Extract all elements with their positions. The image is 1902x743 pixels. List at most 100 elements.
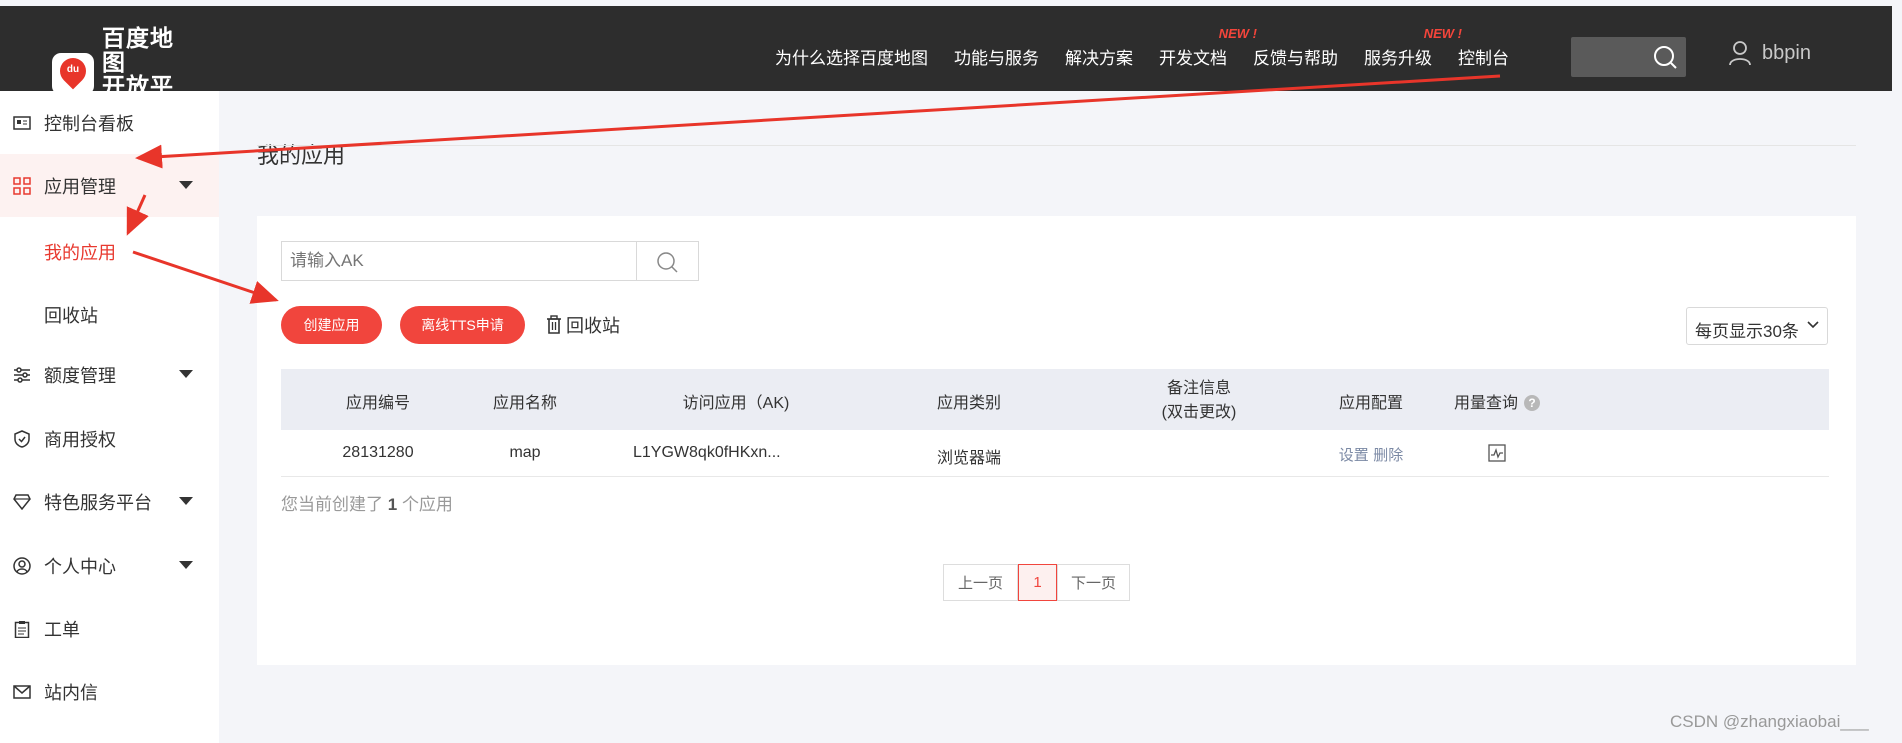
top-nav-bar: du 百度地图 开放平台 为什么选择百度地图 功能与服务 解决方案 开发文档NE… bbox=[0, 6, 1892, 122]
apps-panel: 创建应用 离线TTS申请 回收站 每页显示30条 应用编号 应用名称 访问应用（… bbox=[257, 216, 1856, 665]
cell-category: 浏览器端 bbox=[936, 450, 1001, 467]
mail-icon bbox=[12, 682, 32, 702]
chevron-down-icon bbox=[179, 181, 193, 189]
nav-label: 功能与服务 bbox=[954, 49, 1039, 68]
nav-label: 控制台 bbox=[1458, 49, 1509, 68]
sidebar: 控制台看板 应用管理 我的应用 回收站 额度管理 商用授权 特色服务平台 个人中… bbox=[0, 91, 219, 743]
col-notes-label: 备注信息 bbox=[1166, 380, 1231, 397]
nav-console[interactable]: 控制台 bbox=[1458, 44, 1509, 69]
delete-link[interactable]: 删除 bbox=[1373, 447, 1403, 464]
nav-label: 反馈与帮助 bbox=[1253, 49, 1338, 68]
sidebar-item-label: 额度管理 bbox=[44, 365, 116, 386]
col-notes: 备注信息 (双击更改) bbox=[1145, 377, 1253, 425]
sidebar-item-quota[interactable]: 额度管理 bbox=[0, 343, 219, 406]
sidebar-item-tickets[interactable]: 工单 bbox=[0, 597, 219, 660]
app-count-text: 您当前创建了 1 个应用 bbox=[281, 490, 453, 515]
new-badge: NEW ! bbox=[1423, 26, 1462, 41]
main-nav: 为什么选择百度地图 功能与服务 解决方案 开发文档 NEW ! 反馈与帮助 服务升… bbox=[775, 26, 1509, 69]
nav-why-baidu[interactable]: 为什么选择百度地图 bbox=[775, 44, 928, 69]
username: bbpin bbox=[1762, 41, 1811, 64]
help-icon[interactable]: ? bbox=[1524, 395, 1540, 411]
watermark: CSDN @zhangxiaobai___ bbox=[1670, 712, 1869, 731]
col-usage: 用量查询? bbox=[1428, 389, 1566, 413]
recycle-bin-link[interactable]: 回收站 bbox=[546, 312, 620, 338]
title-divider bbox=[257, 145, 1856, 146]
chevron-down-icon bbox=[179, 370, 193, 378]
col-app-id: 应用编号 bbox=[345, 395, 410, 412]
sidebar-item-label: 应用管理 bbox=[44, 176, 116, 197]
top-search-button[interactable] bbox=[1571, 37, 1686, 77]
page-title: 我的应用 bbox=[257, 143, 346, 168]
cell-app-id: 28131280 bbox=[342, 444, 414, 461]
nav-solutions[interactable]: 解决方案 bbox=[1065, 44, 1133, 69]
cell-app-name: map bbox=[509, 444, 541, 461]
ak-search-button[interactable] bbox=[637, 241, 699, 281]
shield-icon bbox=[12, 429, 32, 449]
offline-tts-button[interactable]: 离线TTS申请 bbox=[400, 306, 525, 344]
sidebar-item-inbox[interactable]: 站内信 bbox=[0, 660, 219, 723]
col-usage-label: 用量查询 bbox=[1453, 395, 1518, 412]
sidebar-item-label: 商用授权 bbox=[44, 429, 116, 450]
sidebar-item-dashboard[interactable]: 控制台看板 bbox=[0, 91, 219, 154]
sidebar-item-app-management[interactable]: 应用管理 bbox=[0, 154, 219, 217]
sidebar-item-my-apps[interactable]: 我的应用 bbox=[44, 239, 116, 265]
user-circle-icon bbox=[12, 556, 32, 576]
ak-search-input[interactable] bbox=[281, 241, 637, 281]
col-config: 应用配置 bbox=[1338, 395, 1403, 412]
page-number-current[interactable]: 1 bbox=[1018, 564, 1057, 601]
pagination: 上一页 1 下一页 bbox=[943, 564, 1130, 601]
sidebar-item-personal-center[interactable]: 个人中心 bbox=[0, 534, 219, 597]
settings-link[interactable]: 设置 bbox=[1339, 447, 1369, 464]
logo-badge: du bbox=[66, 64, 80, 75]
nav-feedback[interactable]: 反馈与帮助 bbox=[1253, 44, 1338, 69]
next-page-button[interactable]: 下一页 bbox=[1057, 564, 1130, 601]
sidebar-item-featured-services[interactable]: 特色服务平台 bbox=[0, 470, 219, 533]
new-badge: NEW ! bbox=[1218, 26, 1257, 41]
sidebar-item-commercial-license[interactable]: 商用授权 bbox=[0, 407, 219, 470]
table-header: 应用编号 应用名称 访问应用（AK) 应用类别 备注信息 (双击更改) 应用配置… bbox=[281, 369, 1829, 430]
nav-label: 开发文档 bbox=[1159, 49, 1227, 68]
sidebar-item-recycle-bin[interactable]: 回收站 bbox=[44, 302, 98, 328]
nav-label: 解决方案 bbox=[1065, 49, 1133, 68]
sidebar-item-label: 特色服务平台 bbox=[44, 492, 152, 513]
sidebar-item-label: 个人中心 bbox=[44, 556, 116, 577]
chart-icon bbox=[1488, 444, 1506, 462]
sliders-icon bbox=[12, 365, 32, 385]
col-category: 应用类别 bbox=[936, 395, 1001, 412]
nav-label: 服务升级 bbox=[1364, 49, 1432, 68]
col-notes-hint: (双击更改) bbox=[1161, 404, 1237, 421]
clipboard-icon bbox=[12, 619, 32, 639]
recycle-bin-label: 回收站 bbox=[566, 316, 620, 336]
grid-icon bbox=[12, 176, 32, 196]
trash-icon bbox=[547, 315, 561, 334]
user-icon bbox=[1729, 41, 1751, 66]
page-size-value: 每页显示30条 bbox=[1695, 322, 1799, 341]
dashboard-icon bbox=[12, 113, 32, 133]
sidebar-item-label: 工单 bbox=[44, 619, 80, 640]
cell-ak[interactable]: L1YGW8qk0fHKxn... bbox=[633, 444, 833, 462]
search-icon bbox=[1654, 46, 1677, 69]
logo-icon: du bbox=[52, 52, 94, 95]
count-value: 1 bbox=[387, 495, 398, 514]
col-ak: 访问应用（AK) bbox=[682, 395, 790, 412]
chevron-down-icon bbox=[179, 561, 193, 569]
search-icon bbox=[657, 252, 678, 273]
sidebar-item-label: 控制台看板 bbox=[44, 113, 134, 134]
cell-config: 设置 删除 bbox=[1317, 444, 1425, 465]
table-row: 28131280 map L1YGW8qk0fHKxn... 浏览器端 设置 删… bbox=[281, 430, 1829, 477]
nav-docs[interactable]: 开发文档 NEW ! bbox=[1159, 26, 1257, 69]
nav-label: 为什么选择百度地图 bbox=[775, 49, 928, 68]
chevron-down-icon bbox=[1807, 321, 1819, 329]
create-app-button[interactable]: 创建应用 bbox=[281, 306, 382, 344]
user-menu[interactable]: bbpin bbox=[1728, 40, 1811, 66]
sidebar-item-label: 站内信 bbox=[44, 682, 98, 703]
usage-chart-button[interactable] bbox=[1477, 444, 1517, 467]
nav-upgrade[interactable]: 服务升级 NEW ! bbox=[1364, 26, 1462, 69]
prev-page-button[interactable]: 上一页 bbox=[943, 564, 1018, 601]
count-suffix: 个应用 bbox=[401, 495, 453, 514]
count-prefix: 您当前创建了 bbox=[281, 495, 383, 514]
gem-icon bbox=[12, 492, 32, 512]
col-app-name: 应用名称 bbox=[492, 395, 557, 412]
nav-features[interactable]: 功能与服务 bbox=[954, 44, 1039, 69]
page-size-select[interactable]: 每页显示30条 bbox=[1686, 307, 1828, 345]
